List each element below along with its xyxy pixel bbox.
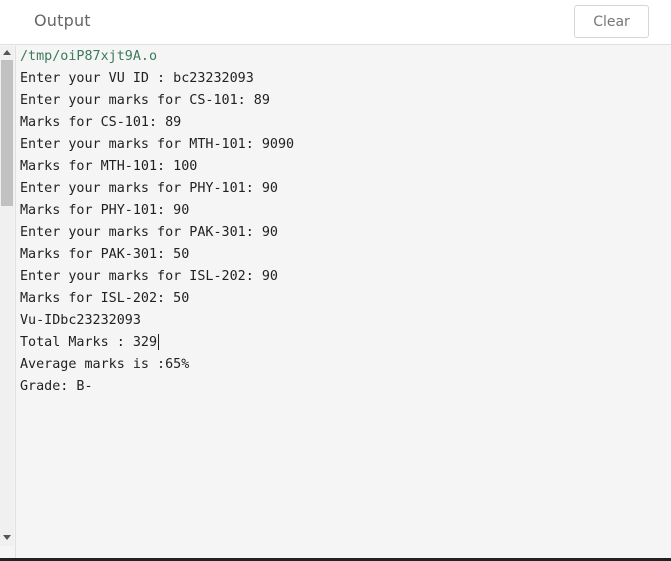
output-line: Vu-IDbc23232093	[20, 313, 141, 328]
output-line: Enter your VU ID : bc23232093	[20, 71, 254, 86]
scroll-down-arrow-icon[interactable]	[3, 535, 11, 540]
output-line-total: Total Marks : 329	[20, 332, 660, 354]
output-line: Marks for PAK-301: 50	[20, 247, 190, 262]
output-line: Enter your marks for CS-101: 89	[20, 93, 270, 108]
text-cursor	[158, 334, 160, 350]
output-line: Grade: B-	[20, 379, 93, 394]
output-line: Enter your marks for PAK-301: 90	[20, 225, 278, 240]
output-header: Output Clear	[0, 0, 671, 45]
clear-button[interactable]: Clear	[574, 5, 649, 38]
scroll-up-arrow-icon[interactable]	[3, 50, 11, 55]
vertical-scrollbar[interactable]	[0, 46, 14, 546]
output-line: Enter your marks for PHY-101: 90	[20, 181, 278, 196]
output-line-path: /tmp/oiP87xjt9A.o	[20, 49, 158, 64]
output-line: Marks for PHY-101: 90	[20, 203, 190, 218]
output-line: Marks for CS-101: 89	[20, 115, 182, 130]
output-line: Enter your marks for MTH-101: 9090	[20, 137, 295, 152]
console-output: /tmp/oiP87xjt9A.o Enter your VU ID : bc2…	[20, 46, 660, 398]
scroll-thumb[interactable]	[1, 60, 13, 206]
output-title: Output	[34, 11, 91, 30]
total-marks-text: Total Marks : 329	[20, 335, 158, 350]
gutter-divider	[15, 46, 16, 561]
output-line: Average marks is :65%	[20, 357, 190, 372]
output-line: Marks for MTH-101: 100	[20, 159, 198, 174]
output-line: Enter your marks for ISL-202: 90	[20, 269, 278, 284]
output-line: Marks for ISL-202: 50	[20, 291, 190, 306]
